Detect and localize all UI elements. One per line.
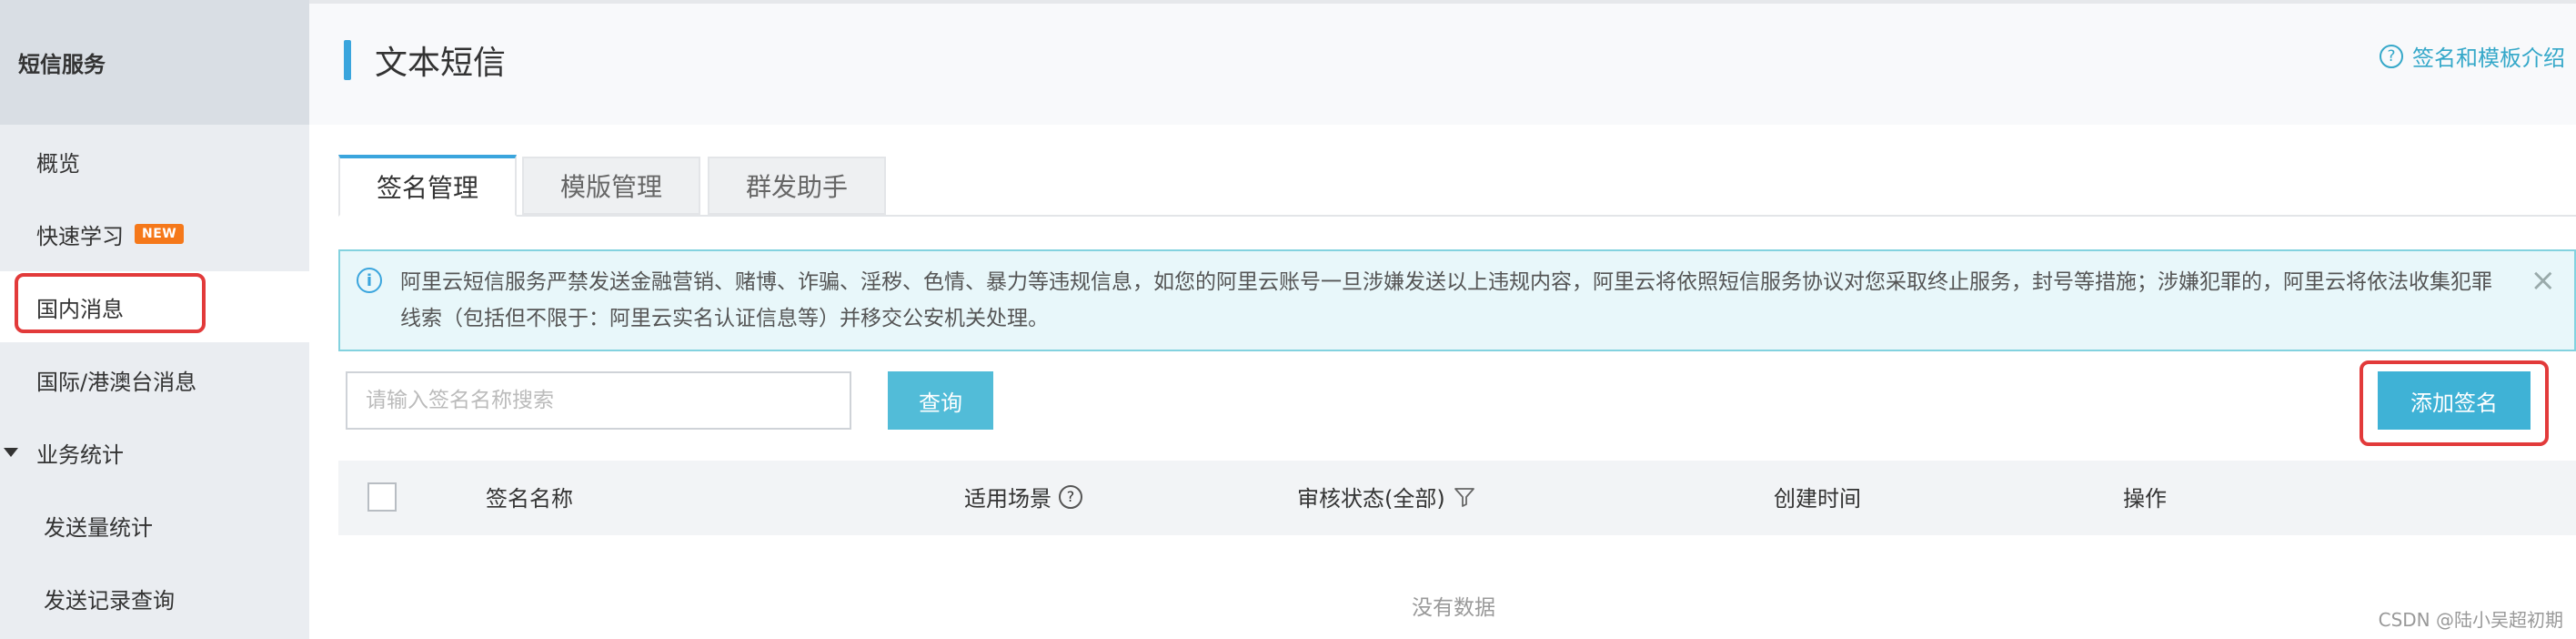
- close-icon[interactable]: ×: [2531, 262, 2557, 299]
- tab-signature-management[interactable]: 签名管理: [338, 155, 517, 217]
- column-label: 创建时间: [1774, 486, 1861, 512]
- sidebar-item-international-messages[interactable]: 国际/港澳台消息: [0, 344, 309, 415]
- sidebar-item-overview[interactable]: 概览: [0, 126, 309, 197]
- sidebar-header: 短信服务: [0, 0, 309, 125]
- sidebar-item-send-records[interactable]: 发送记录查询: [0, 563, 309, 634]
- tab-label: 签名管理: [376, 173, 478, 203]
- new-badge: NEW: [135, 224, 185, 244]
- help-link[interactable]: ? 签名和模板介绍: [2380, 40, 2565, 72]
- question-circle-icon[interactable]: ?: [1059, 484, 1082, 509]
- empty-state-text: 没有数据: [1412, 596, 1495, 620]
- tab-label: 模版管理: [559, 172, 662, 202]
- sidebar-item-label: 业务统计: [36, 441, 124, 468]
- caret-down-icon: [4, 448, 18, 457]
- sidebar-title: 短信服务: [18, 52, 106, 77]
- info-icon: i: [357, 268, 382, 293]
- column-label: 审核状态(全部): [1297, 486, 1445, 512]
- sidebar-item-label: 国际/港澳台消息: [36, 369, 197, 395]
- page-title: 文本短信: [375, 45, 507, 82]
- sidebar-item-quick-learn[interactable]: 快速学习 NEW: [0, 198, 309, 269]
- signature-search-input[interactable]: [346, 371, 851, 430]
- title-accent-bar: [344, 40, 351, 80]
- tab-bulk-send-assistant[interactable]: 群发助手: [708, 157, 886, 215]
- query-button[interactable]: 查询: [888, 371, 993, 430]
- tab-label: 群发助手: [745, 172, 848, 202]
- header-bar: [309, 0, 2576, 125]
- alert-text: 阿里云短信服务严禁发送金融营销、赌博、诈骗、淫秽、色情、暴力等违规信息，如您的阿…: [400, 270, 2492, 330]
- column-label: 操作: [2123, 486, 2167, 512]
- sidebar-item-label: 发送记录查询: [44, 587, 175, 614]
- compliance-alert: i 阿里云短信服务严禁发送金融营销、赌博、诈骗、淫秽、色情、暴力等违规信息，如您…: [338, 249, 2576, 351]
- column-header-actions: 操作: [2123, 481, 2167, 512]
- column-label: 适用场景: [964, 486, 1052, 512]
- sidebar-item-label: 发送量统计: [44, 514, 153, 541]
- column-header-review-status: 审核状态(全部): [1297, 481, 1476, 512]
- sidebar-item-send-volume[interactable]: 发送量统计: [0, 490, 309, 561]
- watermark: CSDN @陆小吴超初期: [2378, 609, 2563, 631]
- tab-template-management[interactable]: 模版管理: [522, 157, 700, 215]
- sidebar-item-label: 快速学习: [36, 223, 124, 249]
- column-header-signature-name: 签名名称: [486, 481, 573, 512]
- highlight-box-add-signature: [2360, 360, 2549, 446]
- select-all-checkbox[interactable]: [367, 482, 397, 512]
- column-label: 签名名称: [486, 486, 573, 512]
- tabs-divider: [338, 215, 2576, 217]
- column-header-created-time: 创建时间: [1774, 481, 1861, 512]
- highlight-box-domestic: [15, 273, 206, 333]
- filter-icon[interactable]: [1453, 485, 1476, 509]
- question-circle-icon: ?: [2380, 44, 2403, 68]
- help-link-label: 签名和模板介绍: [2412, 46, 2565, 71]
- sidebar-item-label: 概览: [36, 150, 80, 177]
- sidebar-item-business-stats[interactable]: 业务统计: [0, 417, 309, 488]
- column-header-usage-scenario: 适用场景 ?: [964, 481, 1082, 512]
